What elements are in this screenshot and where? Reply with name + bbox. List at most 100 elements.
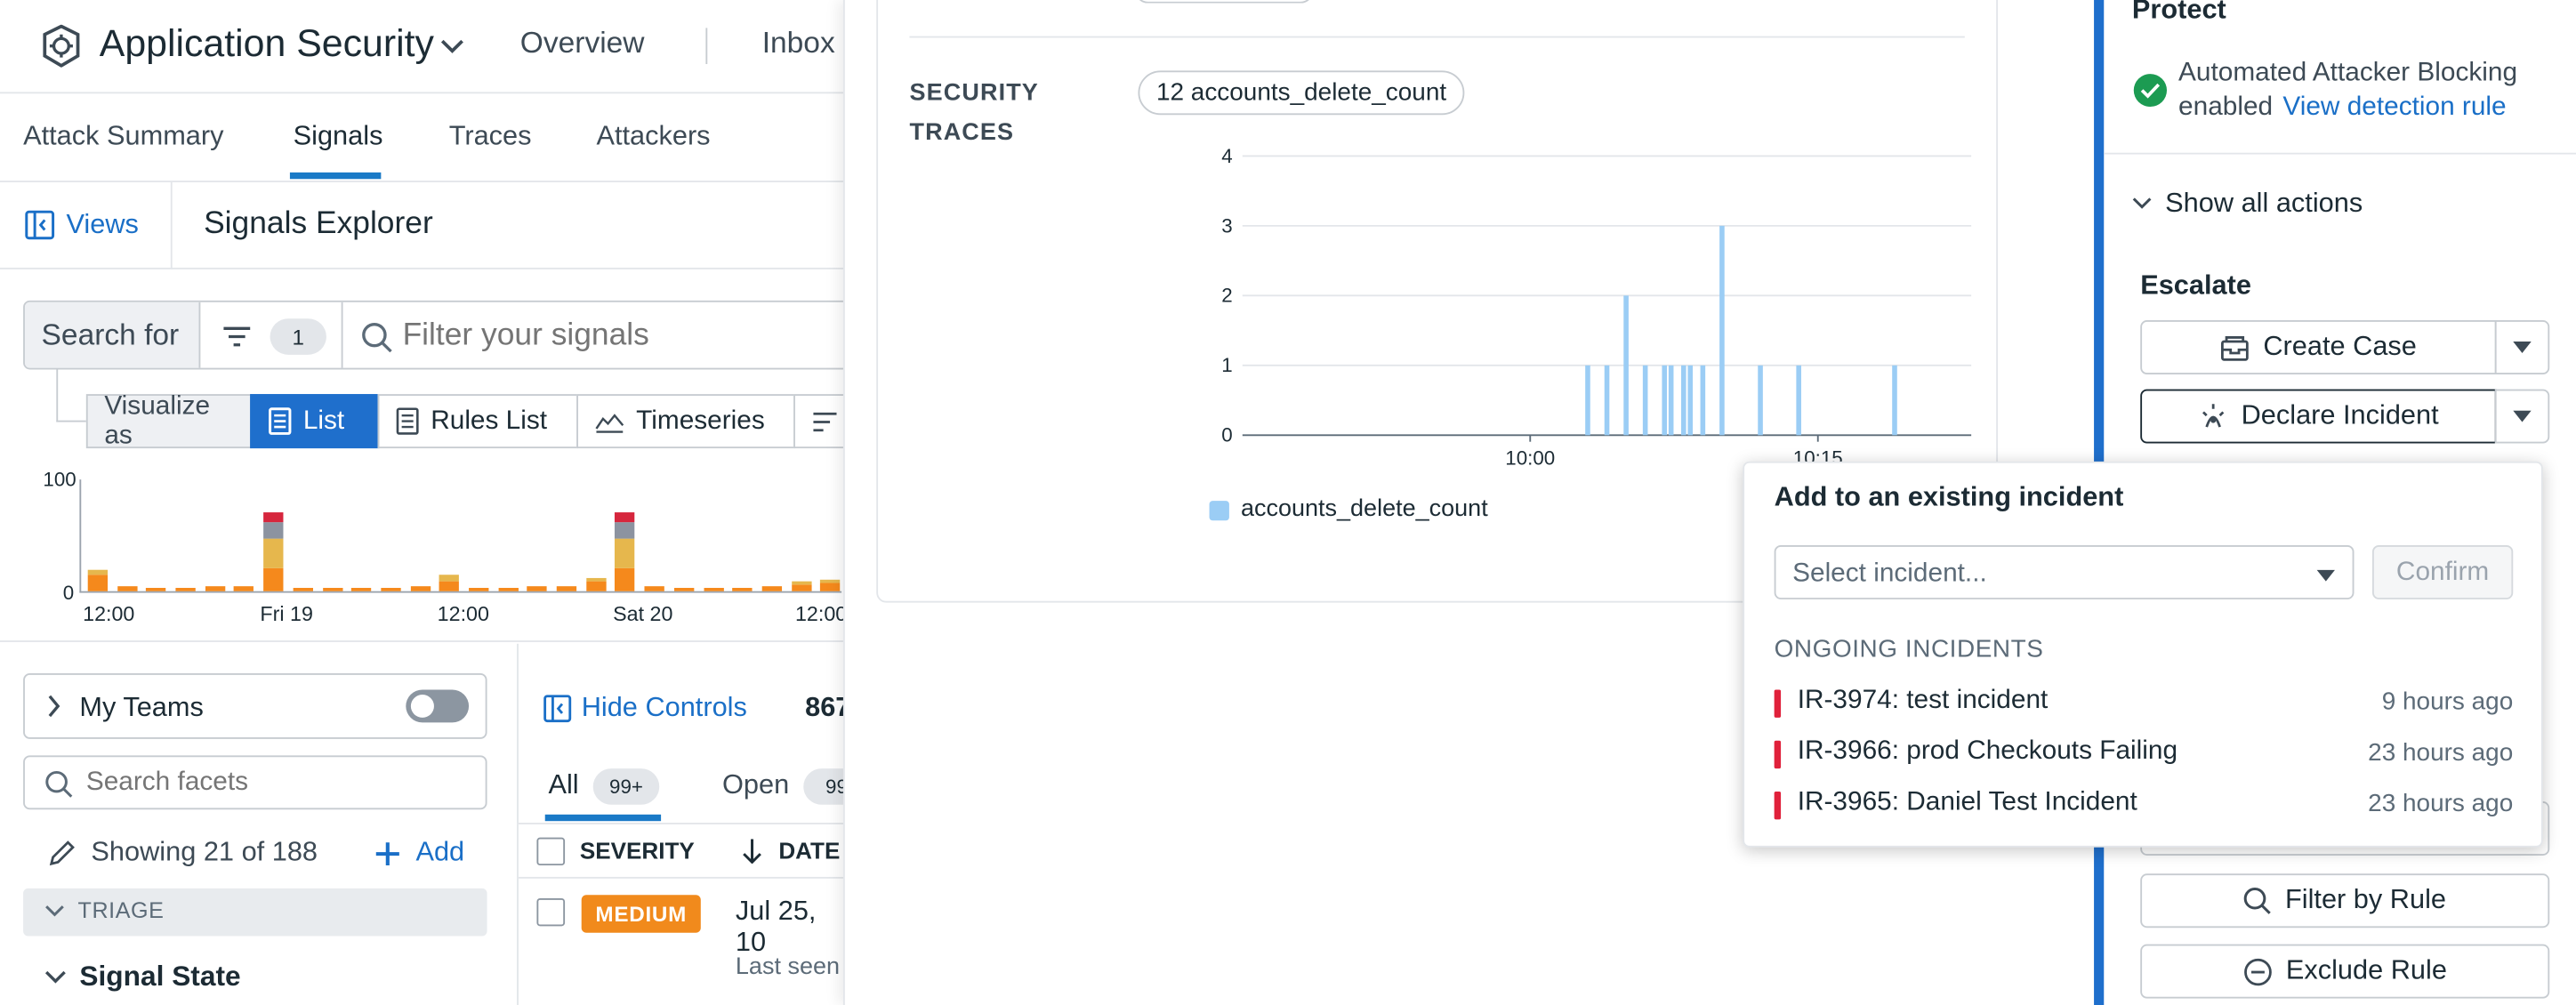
histogram-bar[interactable] xyxy=(87,575,109,591)
trace-bar[interactable] xyxy=(1687,365,1694,436)
histogram-bar[interactable] xyxy=(585,577,607,582)
tab-attackers[interactable]: Attackers xyxy=(596,122,710,153)
histogram-bar[interactable] xyxy=(439,575,460,582)
trace-bar[interactable] xyxy=(1758,365,1763,436)
add-facet-button[interactable]: Add xyxy=(415,838,464,869)
viz-rules-list-button[interactable]: Rules List xyxy=(377,394,578,449)
trace-bar[interactable] xyxy=(1680,365,1686,436)
triage-section-header[interactable]: TRIAGE xyxy=(23,888,487,937)
tab-attack-summary[interactable]: Attack Summary xyxy=(23,122,223,153)
my-teams-row[interactable]: My Teams xyxy=(23,673,487,739)
trace-bar[interactable] xyxy=(1668,365,1674,436)
viz-timeseries-button[interactable]: Timeseries xyxy=(576,394,795,449)
incident-item[interactable]: IR-3966: prod Checkouts Failing 23 hours… xyxy=(1774,736,2513,775)
facet-search-input[interactable] xyxy=(85,763,468,803)
histogram-bar[interactable] xyxy=(615,567,636,591)
histogram-bar[interactable] xyxy=(263,538,284,568)
histogram-bar[interactable] xyxy=(527,586,548,591)
signal-state-label[interactable]: Signal State xyxy=(79,961,240,993)
histogram-bar[interactable] xyxy=(117,586,137,591)
histogram-bar[interactable] xyxy=(263,512,284,523)
trace-bar[interactable] xyxy=(1642,365,1648,436)
trace-bar[interactable] xyxy=(1796,365,1801,436)
trace-bar[interactable] xyxy=(1892,365,1897,436)
histogram-bar[interactable] xyxy=(732,588,753,591)
histogram-bar[interactable] xyxy=(791,581,811,585)
trace-bar[interactable] xyxy=(1585,365,1590,436)
histogram-bar[interactable] xyxy=(556,586,577,591)
histogram-bar[interactable] xyxy=(820,579,841,583)
plus-icon[interactable] xyxy=(373,840,403,869)
histogram-bar[interactable] xyxy=(703,588,723,591)
hide-controls-button[interactable]: Hide Controls xyxy=(582,693,747,724)
row-date[interactable]: Jul 25, 10 xyxy=(736,896,845,959)
histogram-bar[interactable] xyxy=(439,581,460,591)
histogram-bar[interactable] xyxy=(322,588,342,591)
histogram-bar[interactable] xyxy=(644,586,665,591)
histogram-bar[interactable] xyxy=(87,569,109,575)
histogram-bar[interactable] xyxy=(615,522,636,539)
histogram-bar[interactable] xyxy=(820,583,841,591)
chevron-down-icon[interactable] xyxy=(2130,194,2153,213)
tab-traces[interactable]: Traces xyxy=(449,122,532,153)
trace-bar[interactable] xyxy=(1700,365,1706,436)
declare-incident-dropdown[interactable] xyxy=(2494,389,2550,444)
sort-arrow-down-icon[interactable] xyxy=(740,836,763,865)
hide-controls-icon[interactable] xyxy=(542,693,572,722)
incident-item[interactable]: IR-3974: test incident 9 hours ago xyxy=(1774,685,2513,724)
views-button[interactable]: Views xyxy=(66,210,138,241)
viz-list-button[interactable]: List xyxy=(250,394,380,449)
show-all-actions[interactable]: Show all actions xyxy=(2165,189,2363,220)
search-input[interactable] xyxy=(402,311,833,362)
nav-overview[interactable]: Overview xyxy=(520,27,645,61)
histogram-bar[interactable] xyxy=(410,586,431,591)
view-detection-rule-link[interactable]: View detection rule xyxy=(2282,93,2506,123)
histogram-bar[interactable] xyxy=(469,588,489,591)
select-incident-dropdown[interactable]: Select incident... xyxy=(1774,545,2355,599)
tab-signals[interactable]: Signals xyxy=(294,122,383,153)
select-all-checkbox[interactable] xyxy=(536,837,566,866)
incident-item[interactable]: IR-3965: Daniel Test Incident 23 hours a… xyxy=(1774,786,2513,825)
histogram-bar[interactable] xyxy=(205,586,225,591)
trace-bar[interactable] xyxy=(1604,365,1610,436)
histogram-bar[interactable] xyxy=(351,588,372,591)
create-case-dropdown[interactable] xyxy=(2494,320,2550,374)
histogram-bar[interactable] xyxy=(381,588,401,591)
trace-query-chip[interactable]: 12 accounts_delete_count xyxy=(1138,70,1465,116)
histogram-bar[interactable] xyxy=(615,512,636,523)
histogram-bar[interactable] xyxy=(175,588,196,591)
chevron-down-icon[interactable] xyxy=(42,968,68,987)
declare-incident-button[interactable]: Declare Incident xyxy=(2140,389,2497,444)
chevron-down-icon[interactable] xyxy=(438,33,468,60)
histogram-bar[interactable] xyxy=(585,581,607,591)
my-teams-toggle[interactable] xyxy=(406,689,470,723)
histogram-bar[interactable] xyxy=(761,586,782,591)
histogram-bar[interactable] xyxy=(146,588,166,591)
pencil-icon[interactable] xyxy=(46,838,76,867)
row-checkbox[interactable] xyxy=(536,897,566,927)
app-title[interactable]: Application Security xyxy=(100,21,434,66)
histogram-bar[interactable] xyxy=(615,538,636,568)
nav-inbox[interactable]: Inbox xyxy=(762,27,835,61)
views-panel-icon[interactable] xyxy=(25,210,55,240)
trace-bar[interactable] xyxy=(1623,295,1629,436)
histogram-bar[interactable] xyxy=(498,588,519,591)
histogram-bar[interactable] xyxy=(263,522,284,539)
legend-label[interactable]: accounts_delete_count xyxy=(1241,496,1488,523)
exclude-rule-button[interactable]: Exclude Rule xyxy=(2140,944,2550,999)
histogram-bar[interactable] xyxy=(673,588,695,591)
tab-open[interactable]: Open xyxy=(722,770,789,801)
histogram-bar[interactable] xyxy=(293,588,313,591)
confirm-button[interactable]: Confirm xyxy=(2371,545,2514,599)
create-case-button[interactable]: Create Case xyxy=(2140,320,2497,374)
column-date[interactable]: DATE xyxy=(778,838,840,864)
trace-bar[interactable] xyxy=(1662,365,1668,436)
column-severity[interactable]: SEVERITY xyxy=(580,838,695,864)
trace-bar[interactable] xyxy=(1719,225,1725,436)
viz-more-button[interactable] xyxy=(793,394,845,449)
filter-by-rule-button[interactable]: Filter by Rule xyxy=(2140,873,2550,929)
histogram-bar[interactable] xyxy=(234,586,254,591)
histogram-bar[interactable] xyxy=(791,584,811,591)
histogram-bar[interactable] xyxy=(263,567,284,591)
tab-all[interactable]: All xyxy=(548,770,578,801)
